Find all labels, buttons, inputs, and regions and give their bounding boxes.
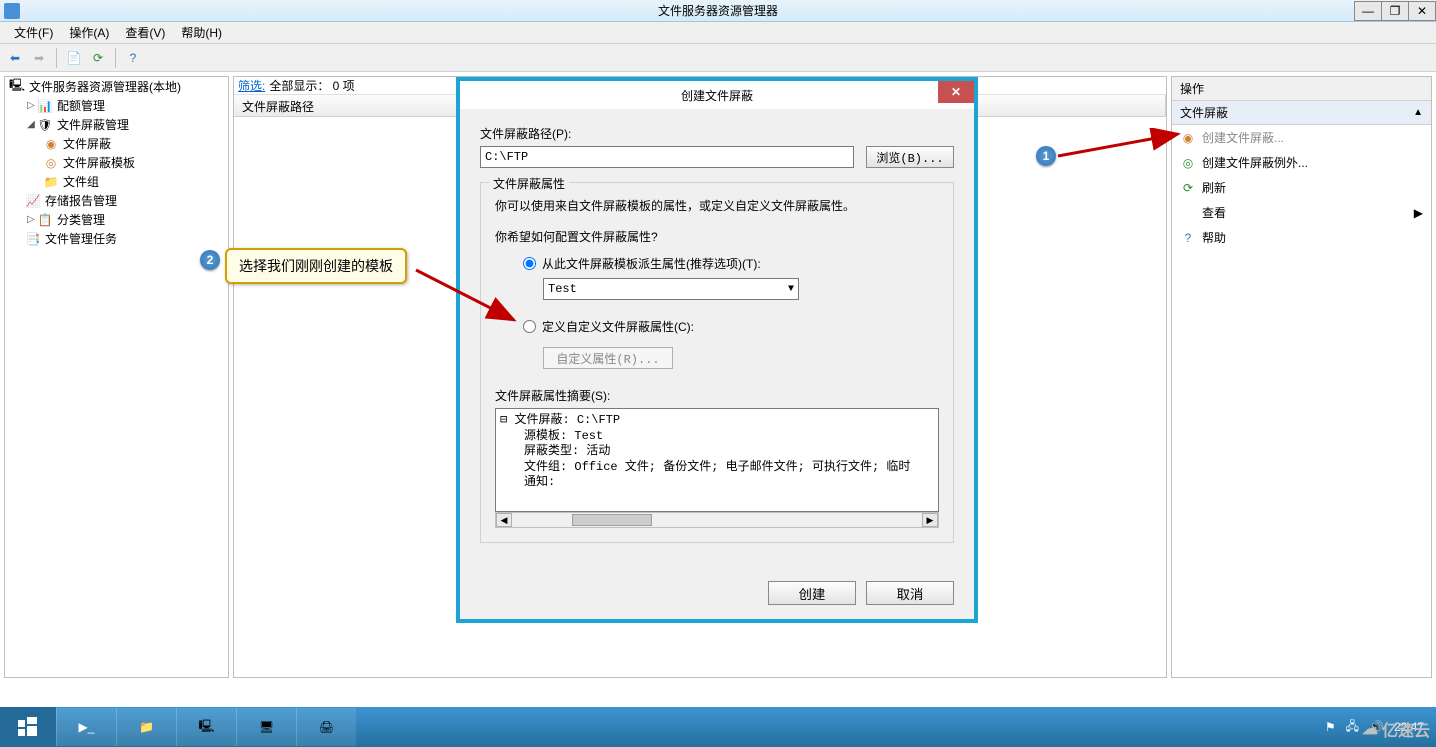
action-refresh[interactable]: ⟳刷新	[1172, 175, 1431, 200]
menu-action[interactable]: 操作(A)	[61, 22, 117, 43]
radio-custom-row[interactable]: 定义自定义文件屏蔽属性(C):	[523, 318, 939, 335]
close-window-button[interactable]: ✕	[1408, 1, 1436, 21]
app-icon	[4, 3, 20, 19]
expander-icon[interactable]: ◢	[25, 119, 37, 130]
tree-screen-tmpl[interactable]: ◎文件屏蔽模板	[5, 153, 228, 172]
template-select[interactable]: Test ▼	[543, 278, 799, 300]
prop-description: 你可以使用来自文件屏蔽模板的属性，或定义自定义文件屏蔽属性。	[495, 197, 939, 214]
help-icon[interactable]: ?	[122, 47, 144, 69]
dialog-title: 创建文件屏蔽	[681, 87, 753, 104]
refresh-icon: ⟳	[1180, 180, 1196, 196]
path-label: 文件屏蔽路径(P):	[480, 125, 954, 142]
actions-section: 文件屏蔽 ▲	[1172, 101, 1431, 125]
classify-icon: 📋	[37, 212, 53, 228]
tree-file-group[interactable]: 📁文件组	[5, 172, 228, 191]
task-app1[interactable]: 🖥	[236, 708, 296, 746]
create-button[interactable]: 创建	[768, 581, 856, 605]
callout-badge-1: 1	[1036, 146, 1056, 166]
tree-screen[interactable]: ◉文件屏蔽	[5, 134, 228, 153]
task-explorer[interactable]: 📁	[116, 708, 176, 746]
window-title-bar: 文件服务器资源管理器 — ❐ ✕	[0, 0, 1436, 22]
exception-icon: ◎	[1180, 155, 1196, 171]
tree-quota[interactable]: ▷📊配额管理	[5, 96, 228, 115]
callout-text: 选择我们刚刚创建的模板	[225, 248, 407, 284]
summary-label: 文件屏蔽属性摘要(S):	[495, 387, 939, 404]
file-group-icon: 📁	[43, 174, 59, 190]
taskbar[interactable]: ▶_ 📁 🖳 🖥 🖨 ⚑ 🖧 🔊 22:47	[0, 707, 1436, 747]
task-app2[interactable]: 🖨	[296, 708, 356, 746]
expander-icon[interactable]: ▷	[25, 214, 37, 225]
radio-template-row[interactable]: 从此文件屏蔽模板派生属性(推荐选项)(T):	[523, 255, 939, 272]
task-icon: 📑	[25, 231, 41, 247]
menu-bar: 文件(F) 操作(A) 查看(V) 帮助(H)	[0, 22, 1436, 44]
toolbar: ⬅ ➡ 📄 ⟳ ?	[0, 44, 1436, 72]
chevron-right-icon: ▶	[1414, 206, 1423, 220]
action-view[interactable]: 查看▶	[1172, 200, 1431, 225]
cancel-button[interactable]: 取消	[866, 581, 954, 605]
create-icon: ◉	[1180, 130, 1196, 146]
up-button[interactable]: 📄	[63, 47, 85, 69]
task-powershell[interactable]: ▶_	[56, 708, 116, 746]
help-icon: ?	[1180, 230, 1196, 246]
radio-custom[interactable]	[523, 320, 536, 333]
screen-mgmt-icon: 🛡	[37, 117, 53, 133]
report-icon: 📈	[25, 193, 41, 209]
scroll-left-icon[interactable]: ◀	[496, 513, 512, 527]
quota-icon: 📊	[37, 98, 53, 114]
callout-badge-2: 2	[200, 250, 220, 270]
browse-button[interactable]: 浏览(B)...	[866, 146, 954, 168]
maximize-button[interactable]: ❐	[1381, 1, 1409, 21]
action-create-exception[interactable]: ◎创建文件屏蔽例外...	[1172, 150, 1431, 175]
menu-help[interactable]: 帮助(H)	[173, 22, 230, 43]
properties-fieldset: 文件屏蔽属性 你可以使用来自文件屏蔽模板的属性，或定义自定义文件屏蔽属性。 你希…	[480, 182, 954, 543]
tray-network-icon[interactable]: 🖧	[1346, 717, 1359, 738]
collapse-icon[interactable]: ▲	[1413, 107, 1423, 118]
tree-screen-mgmt[interactable]: ◢🛡文件屏蔽管理	[5, 115, 228, 134]
watermark: ☁ 亿速云	[1362, 717, 1430, 741]
menu-file[interactable]: 文件(F)	[6, 22, 61, 43]
tree-root[interactable]: 🖳文件服务器资源管理器(本地)	[5, 77, 228, 96]
minimize-button[interactable]: —	[1354, 1, 1382, 21]
tree-panel[interactable]: 🖳文件服务器资源管理器(本地) ▷📊配额管理 ◢🛡文件屏蔽管理 ◉文件屏蔽 ◎文…	[4, 76, 229, 678]
filter-text: 全部显示： 0 项	[269, 77, 354, 94]
action-help[interactable]: ?帮助	[1172, 225, 1431, 250]
summary-scrollbar[interactable]: ◀ ▶	[495, 512, 939, 528]
template-icon: ◎	[43, 155, 59, 171]
tree-file-task[interactable]: 📑文件管理任务	[5, 229, 228, 248]
action-create-screen[interactable]: ◉创建文件屏蔽...	[1172, 125, 1431, 150]
scroll-right-icon[interactable]: ▶	[922, 513, 938, 527]
path-input[interactable]	[480, 146, 854, 168]
tray-flag-icon[interactable]: ⚑	[1325, 720, 1336, 734]
back-button[interactable]: ⬅	[4, 47, 26, 69]
watermark-icon: ☁	[1362, 719, 1378, 739]
task-server-mgr[interactable]: 🖳	[176, 708, 236, 746]
create-screen-dialog: 创建文件屏蔽 ✕ 文件屏蔽路径(P): 浏览(B)... 文件屏蔽属性 你可以使…	[459, 80, 975, 620]
screen-icon: ◉	[43, 136, 59, 152]
how-label: 你希望如何配置文件屏蔽属性?	[495, 228, 939, 245]
filter-link[interactable]: 筛选:	[238, 77, 265, 94]
tree-storage-report[interactable]: 📈存储报告管理	[5, 191, 228, 210]
radio-template[interactable]	[523, 257, 536, 270]
start-button[interactable]	[0, 707, 56, 747]
fieldset-legend: 文件屏蔽属性	[489, 175, 569, 192]
tree-classify[interactable]: ▷📋分类管理	[5, 210, 228, 229]
menu-view[interactable]: 查看(V)	[117, 22, 173, 43]
forward-button[interactable]: ➡	[28, 47, 50, 69]
actions-panel: 操作 文件屏蔽 ▲ ◉创建文件屏蔽... ◎创建文件屏蔽例外... ⟳刷新 查看…	[1171, 76, 1432, 678]
dialog-close-button[interactable]: ✕	[938, 81, 974, 103]
server-icon: 🖳	[9, 79, 25, 95]
actions-header: 操作	[1172, 77, 1431, 101]
start-icon	[16, 715, 40, 739]
scroll-thumb[interactable]	[572, 514, 652, 526]
expander-icon[interactable]: ▷	[25, 100, 37, 111]
refresh-icon[interactable]: ⟳	[87, 47, 109, 69]
dialog-title-bar[interactable]: 创建文件屏蔽 ✕	[460, 81, 974, 109]
summary-box[interactable]: ⊟ 文件屏蔽: C:\FTP 源模板: Test 屏蔽类型: 活动 文件组: O…	[495, 408, 939, 512]
custom-properties-button: 自定义属性(R)...	[543, 347, 673, 369]
chevron-down-icon: ▼	[788, 284, 794, 295]
window-title: 文件服务器资源管理器	[658, 2, 778, 19]
